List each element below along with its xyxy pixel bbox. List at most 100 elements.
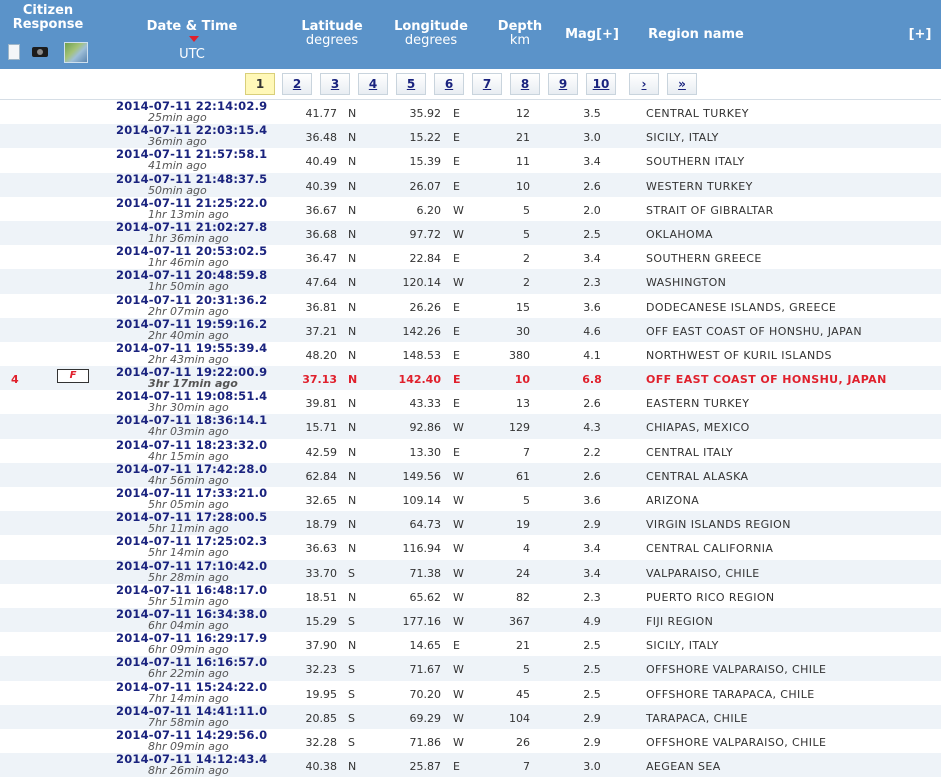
table-row[interactable]: 2014-07-11 22:14:02.9 25min ago 41.77 N 35.9… <box>0 100 941 124</box>
longitude-value: 148.53 <box>402 348 442 362</box>
page-button[interactable]: 8 <box>510 73 540 95</box>
table-row[interactable]: 2014-07-11 15:24:22.0 7hr 14min ago 19.95 S… <box>0 680 941 705</box>
page-button[interactable]: » <box>667 73 697 95</box>
table-row[interactable]: 2014-07-11 16:48:17.0 5hr 51min ago 18.51 N… <box>0 583 941 608</box>
latitude-direction: N <box>348 590 357 604</box>
time-ago: 6hr 04min ago <box>148 618 229 632</box>
table-row[interactable]: 2014-07-11 18:36:14.1 4hr 03min ago 15.71 N… <box>0 414 941 439</box>
longitude-direction: W <box>453 227 464 241</box>
depth-value: 4 <box>523 542 530 556</box>
depth-value: 19 <box>516 518 530 532</box>
page-button[interactable]: › <box>629 73 659 95</box>
camera-icon[interactable] <box>32 47 48 57</box>
region-name: CENTRAL ALASKA <box>646 469 749 483</box>
table-row[interactable]: 2014-07-11 17:42:28.0 4hr 56min ago 62.84 N… <box>0 462 941 487</box>
table-row[interactable]: 2014-07-11 16:34:38.0 6hr 04min ago 15.29 S… <box>0 607 941 633</box>
magnitude-header[interactable]: Mag[+] <box>560 28 624 42</box>
latitude-direction: N <box>348 131 357 145</box>
table-row[interactable]: 2014-07-11 17:25:02.3 5hr 14min ago 36.63 N… <box>0 535 941 559</box>
date-time-header[interactable]: Date & Time UTC <box>140 20 244 62</box>
latitude-value: 62.84 <box>305 469 338 483</box>
table-row[interactable]: 2014-07-11 20:31:36.2 2hr 07min ago 36.81 N… <box>0 293 941 318</box>
latitude-direction: N <box>348 155 357 169</box>
table-row[interactable]: 2014-07-11 17:33:21.0 5hr 05min ago 32.65 N… <box>0 487 941 511</box>
magnitude-value: 2.6 <box>583 397 601 411</box>
table-row[interactable]: 2014-07-11 14:12:43.4 8hr 26min ago 40.38 N… <box>0 753 941 777</box>
page-button[interactable]: 6 <box>434 73 464 95</box>
table-row[interactable]: 2014-07-11 14:29:56.0 8hr 09min ago 32.28 S… <box>0 728 941 753</box>
depth-value: 82 <box>516 590 530 604</box>
page-button[interactable]: 5 <box>396 73 426 95</box>
region-name: EASTERN TURKEY <box>646 397 750 411</box>
table-row[interactable]: 2014-07-11 19:55:39.4 2hr 43min ago 48.20 N… <box>0 341 941 366</box>
longitude-value: 69.29 <box>409 711 442 725</box>
table-row[interactable]: 2014-07-11 19:59:16.2 2hr 40min ago 37.21 N… <box>0 317 941 342</box>
depth-label[interactable]: Depth <box>498 19 542 34</box>
page-button[interactable]: 7 <box>472 73 502 95</box>
citizen-response-count[interactable]: 4 <box>11 373 19 386</box>
table-row[interactable]: 2014-07-11 21:25:22.0 1hr 13min ago 36.67 N… <box>0 196 941 221</box>
expand-columns-button[interactable]: [+] <box>900 28 940 42</box>
table-row[interactable]: 2014-07-11 17:10:42.0 5hr 28min ago 33.70 S… <box>0 559 941 584</box>
table-row[interactable]: 2014-07-11 21:57:58.1 41min ago 40.49 N 15.3… <box>0 148 941 172</box>
map-icon[interactable] <box>64 42 88 63</box>
longitude-direction: W <box>453 614 464 628</box>
longitude-value: 142.26 <box>402 324 442 338</box>
depth-value: 10 <box>516 179 530 193</box>
page-button[interactable]: 4 <box>358 73 388 95</box>
latitude-value: 36.67 <box>305 203 338 217</box>
table-row[interactable]: 2014-07-11 17:28:00.5 5hr 11min ago 18.79 N… <box>0 511 941 536</box>
depth-value: 30 <box>516 324 530 338</box>
pagination: 1 2 3 4 5 6 7 8 9 10 › » <box>0 69 941 100</box>
longitude-header[interactable]: Longitude degrees <box>390 20 472 48</box>
latitude-value: 40.49 <box>305 155 338 169</box>
time-ago: 3hr 17min ago <box>148 377 238 391</box>
longitude-direction: W <box>453 469 464 483</box>
table-row[interactable]: 2014-07-11 20:48:59.8 1hr 50min ago 47.64 N… <box>0 269 941 294</box>
table-row[interactable]: 2014-07-11 22:03:15.4 36min ago 36.48 N 15.2… <box>0 124 941 149</box>
magnitude-value: 3.4 <box>583 566 601 580</box>
sort-down-icon[interactable] <box>189 36 199 42</box>
table-row[interactable]: 2014-07-11 16:29:17.9 6hr 09min ago 37.90 N… <box>0 632 941 656</box>
depth-value: 10 <box>514 373 530 387</box>
table-row[interactable]: 2014-07-11 19:08:51.4 3hr 30min ago 39.81 N… <box>0 390 941 414</box>
table-row[interactable]: 2014-07-11 21:02:27.8 1hr 36min ago 36.68 N… <box>0 220 941 246</box>
latitude-direction: N <box>348 373 358 387</box>
latitude-direction: N <box>348 542 357 556</box>
depth-sub: km <box>509 33 531 48</box>
table-row[interactable]: 2014-07-11 19:22:00.9 3hr 17min ago 37.13 N… <box>0 366 941 391</box>
depth-header[interactable]: Depth km <box>494 20 546 48</box>
page-button[interactable]: 2 <box>282 73 312 95</box>
table-row[interactable]: 2014-07-11 20:53:02.5 1hr 46min ago 36.47 N… <box>0 245 941 269</box>
page-button[interactable]: 9 <box>548 73 578 95</box>
document-icon[interactable] <box>8 44 20 60</box>
time-ago: 3hr 30min ago <box>148 401 229 415</box>
longitude-value: 15.39 <box>409 155 442 169</box>
latitude-direction: N <box>348 107 357 120</box>
longitude-label[interactable]: Longitude <box>394 19 468 34</box>
page-button[interactable]: 1 <box>245 73 275 95</box>
latitude-direction: S <box>348 566 355 580</box>
page-button[interactable]: 10 <box>586 73 616 95</box>
time-ago: 36min ago <box>148 135 207 149</box>
table-row[interactable]: 2014-07-11 14:41:11.0 7hr 58min ago 20.85 S… <box>0 704 941 729</box>
latitude-label[interactable]: Latitude <box>301 19 362 34</box>
magnitude-value: 3.4 <box>583 252 601 266</box>
table-row[interactable]: 2014-07-11 16:16:57.0 6hr 22min ago 32.23 S… <box>0 656 941 681</box>
page-button[interactable]: 3 <box>320 73 350 95</box>
longitude-direction: E <box>453 445 460 459</box>
magnitude-value: 2.2 <box>583 445 601 459</box>
table-row[interactable]: 2014-07-11 18:23:32.0 4hr 15min ago 42.59 N… <box>0 438 941 463</box>
latitude-direction: N <box>348 494 357 507</box>
depth-value: 21 <box>516 639 530 653</box>
table-row[interactable]: 2014-07-11 21:48:37.5 50min ago 40.39 N 26.0… <box>0 172 941 197</box>
longitude-direction: W <box>453 518 464 532</box>
date-time-label[interactable]: Date & Time <box>147 19 238 34</box>
latitude-value: 32.28 <box>305 735 338 749</box>
region-header[interactable]: Region name <box>640 28 752 42</box>
region-name: CENTRAL CALIFORNIA <box>646 542 774 556</box>
latitude-direction: N <box>348 324 357 338</box>
time-ago: 1hr 50min ago <box>148 280 229 294</box>
latitude-header[interactable]: Latitude degrees <box>296 20 368 48</box>
felt-flag-icon[interactable]: F <box>57 369 89 384</box>
